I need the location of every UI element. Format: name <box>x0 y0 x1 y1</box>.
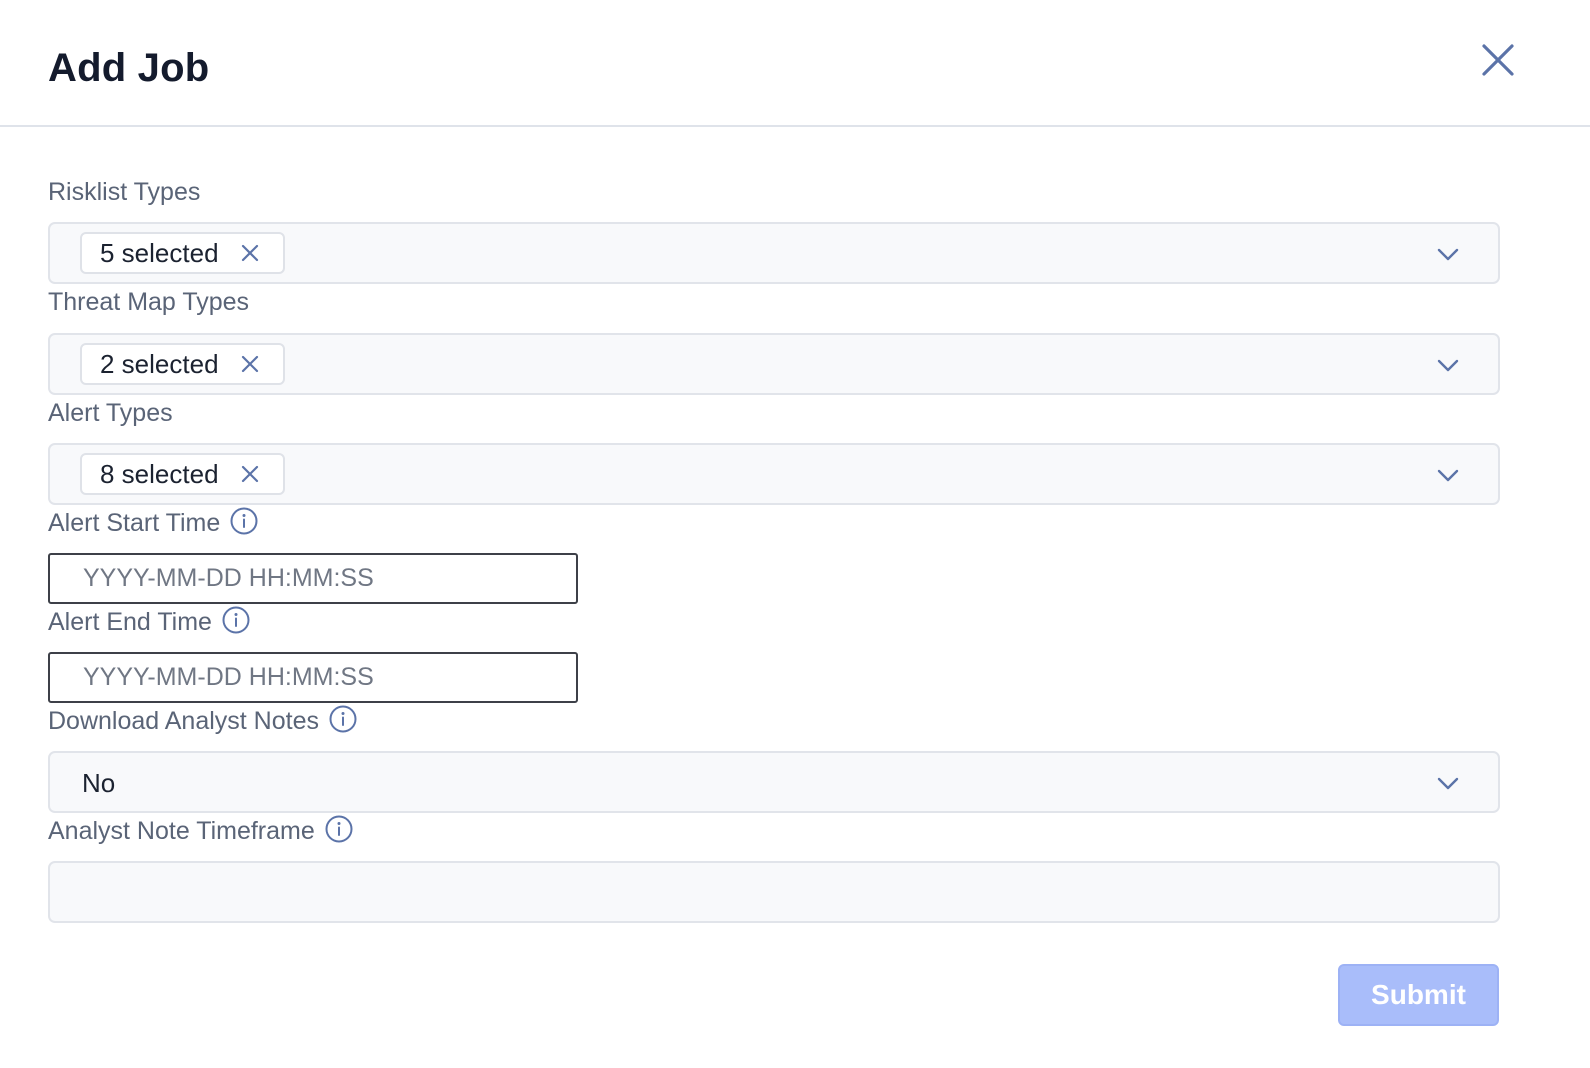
x-icon[interactable] <box>239 242 261 264</box>
analyst-note-timeframe-label-text: Analyst Note Timeframe <box>48 817 315 845</box>
chevron-down-icon <box>1437 248 1459 261</box>
threat-map-types-chip-text: 2 selected <box>100 348 219 379</box>
alert-end-time-label-text: Alert End Time <box>48 608 212 636</box>
analyst-note-timeframe-input[interactable] <box>48 861 1500 923</box>
submit-button[interactable]: Submit <box>1338 964 1499 1026</box>
alert-end-time-label: Alert End Time <box>48 605 251 637</box>
alert-types-select[interactable]: 8 selected <box>48 443 1500 505</box>
threat-map-types-label-text: Threat Map Types <box>48 288 250 316</box>
alert-types-label: Alert Types <box>48 399 173 428</box>
alert-types-label-text: Alert Types <box>48 399 173 427</box>
download-analyst-notes-value: No <box>82 768 116 798</box>
threat-map-types-label: Threat Map Types <box>48 288 249 317</box>
threat-map-types-select[interactable]: 2 selected <box>48 333 1500 395</box>
alert-end-time-input[interactable] <box>48 652 578 703</box>
chevron-down-icon <box>1437 469 1459 482</box>
alert-start-time-label: Alert Start Time <box>48 506 259 538</box>
modal-title: Add Job <box>48 46 210 90</box>
close-button[interactable] <box>1478 40 1518 80</box>
download-analyst-notes-select[interactable]: No <box>48 751 1500 813</box>
threat-map-types-chip: 2 selected <box>80 343 285 385</box>
download-analyst-notes-label: Download Analyst Notes <box>48 704 358 736</box>
x-icon[interactable] <box>239 463 261 485</box>
chevron-down-icon <box>1437 359 1459 372</box>
risklist-types-label-text: Risklist Types <box>48 178 201 206</box>
risklist-types-chip-text: 5 selected <box>100 237 219 268</box>
download-analyst-notes-label-text: Download Analyst Notes <box>48 707 319 735</box>
alert-types-chip-text: 8 selected <box>100 458 219 489</box>
info-icon[interactable] <box>324 814 354 844</box>
info-icon[interactable] <box>229 506 259 536</box>
info-icon[interactable] <box>328 704 358 734</box>
risklist-types-chip: 5 selected <box>80 232 285 274</box>
add-job-modal: Add Job Risklist Types 5 selected Threat… <box>0 0 1590 1068</box>
alert-types-chip: 8 selected <box>80 453 285 495</box>
risklist-types-label: Risklist Types <box>48 178 200 207</box>
info-icon[interactable] <box>221 605 251 635</box>
alert-start-time-input[interactable] <box>48 553 578 604</box>
modal-header: Add Job <box>0 0 1590 127</box>
x-icon[interactable] <box>239 353 261 375</box>
close-icon <box>1482 44 1514 76</box>
alert-start-time-label-text: Alert Start Time <box>48 509 221 537</box>
analyst-note-timeframe-label: Analyst Note Timeframe <box>48 814 354 846</box>
risklist-types-select[interactable]: 5 selected <box>48 222 1500 284</box>
chevron-down-icon <box>1437 777 1459 790</box>
